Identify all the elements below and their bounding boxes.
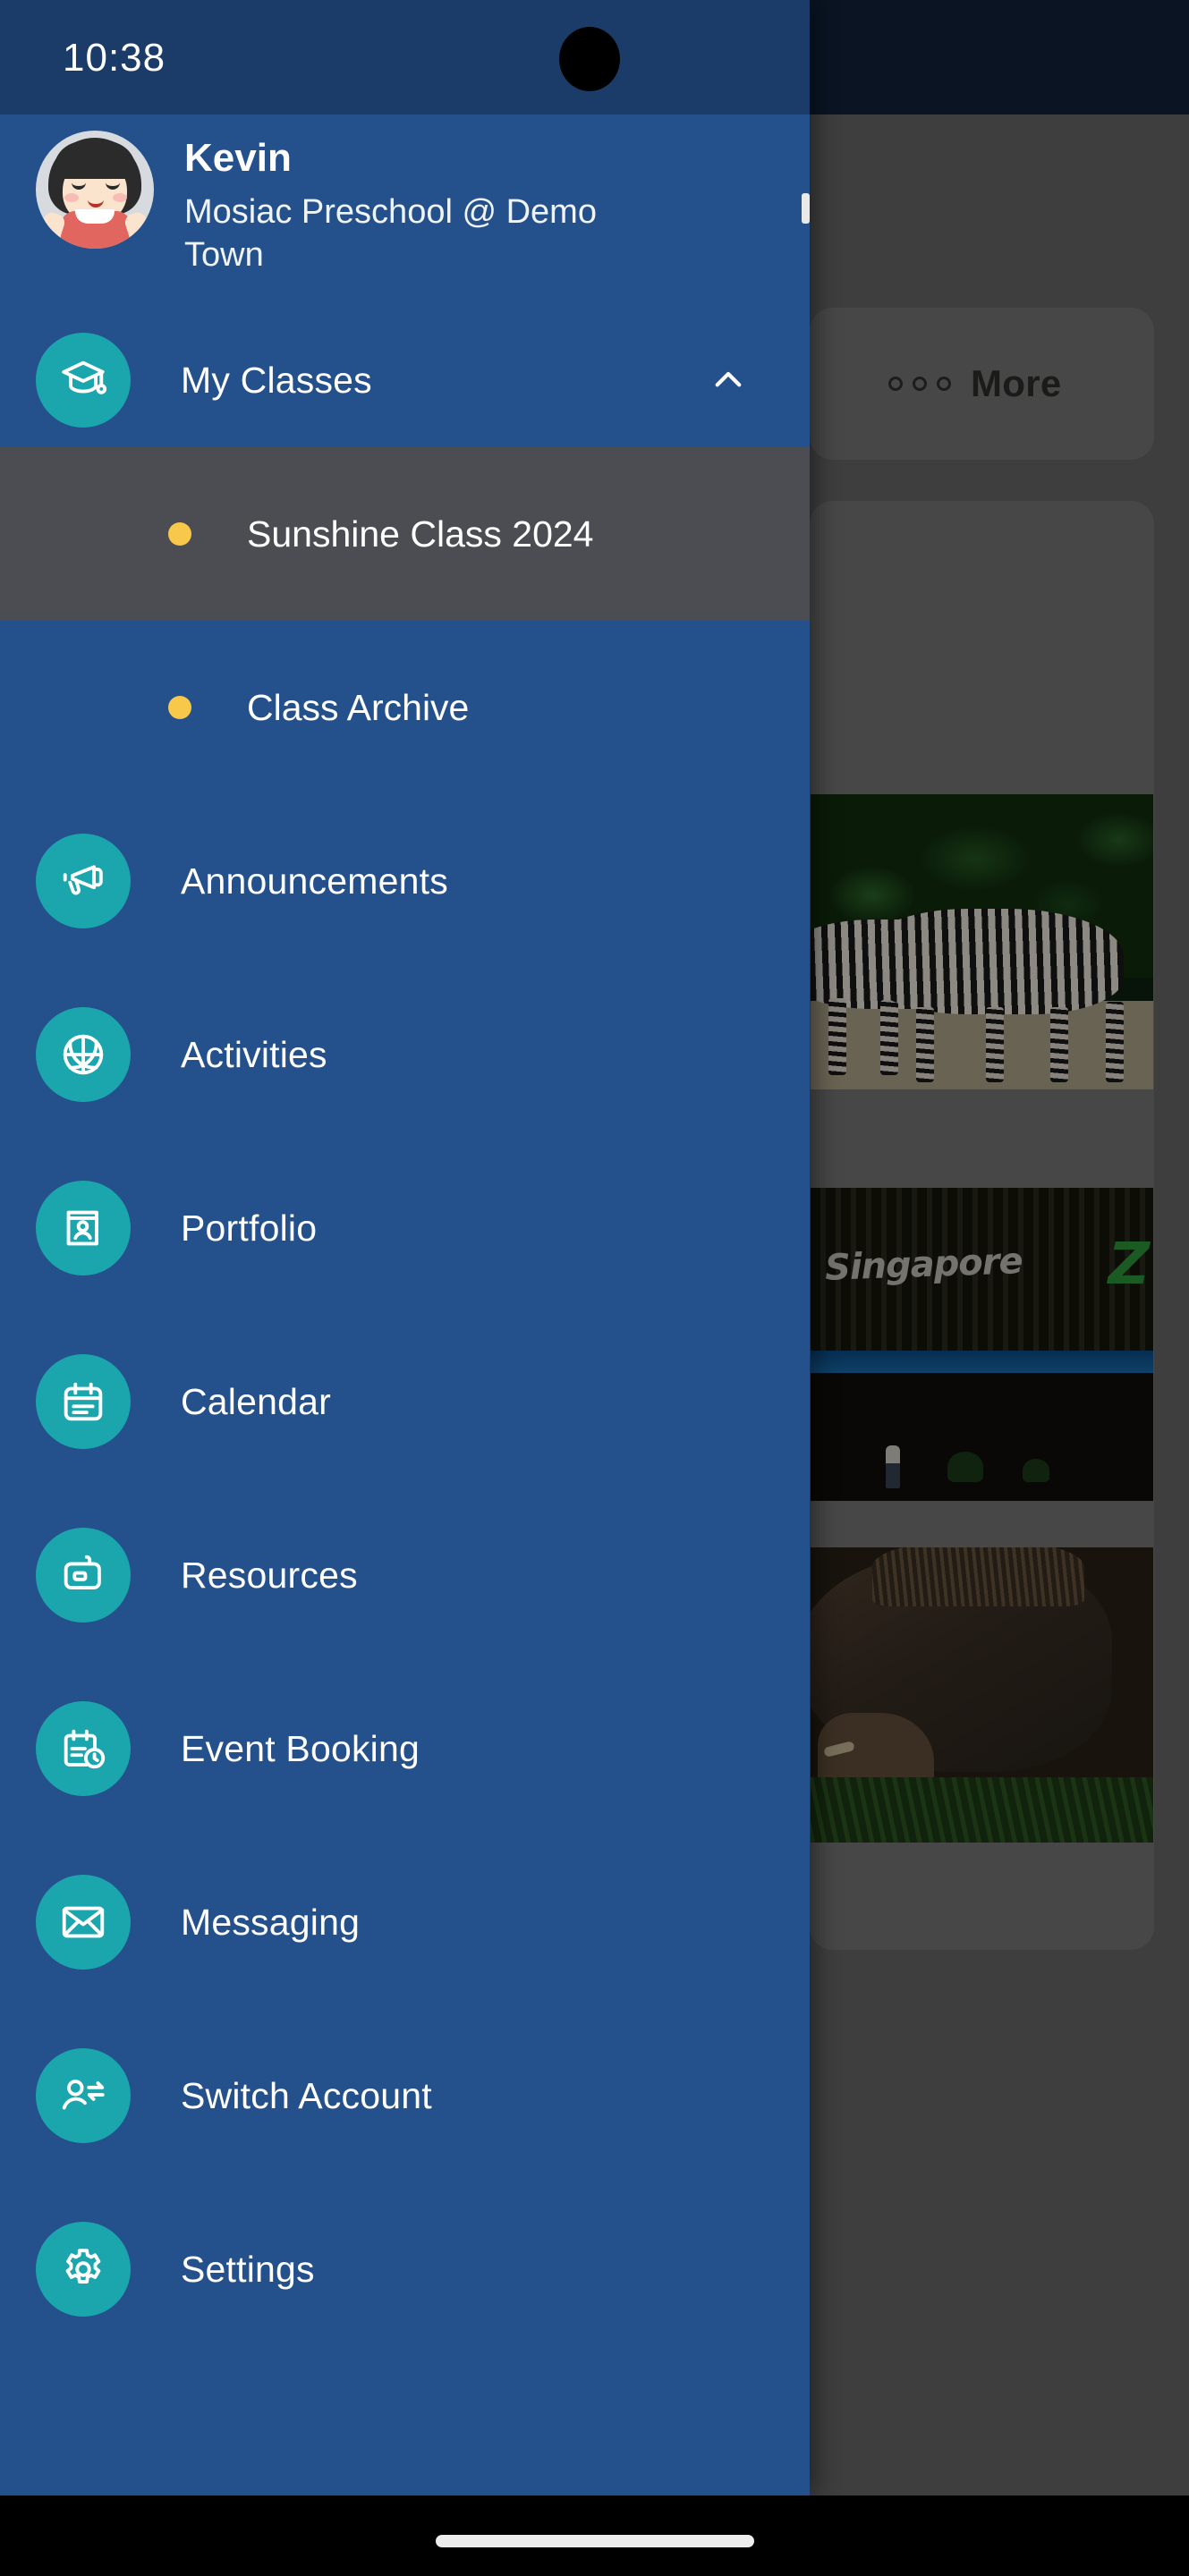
chevron-up-icon[interactable] [709, 361, 747, 399]
portfolio-book-icon [36, 1181, 131, 1275]
class-bullet-icon [168, 522, 191, 546]
sidebar-item-messaging[interactable]: Messaging [0, 1835, 810, 2009]
sidebar-item-activities[interactable]: Activities [0, 968, 810, 1141]
sidebar-item-label: Portfolio [181, 1207, 318, 1249]
status-bar: 10:38 [0, 0, 810, 114]
basketball-icon [36, 1007, 131, 1102]
sidebar-item-settings[interactable]: Settings [0, 2182, 810, 2356]
profile-name: Kevin [184, 136, 292, 180]
navigation-drawer: 10:38 Kevin Mosiac Preschool @ Demo Town… [0, 0, 810, 2496]
phone-screen: More Singapore Z 10:38 Kevin Mosiac Pres… [0, 0, 1189, 2576]
avatar [36, 131, 154, 249]
sidebar-item-label: Switch Account [181, 2074, 432, 2116]
calendar-clock-icon [36, 1701, 131, 1796]
sidebar-item-label: Activities [181, 1033, 327, 1075]
sidebar-item-class-archive[interactable]: Class Archive [0, 621, 810, 794]
sidebar-item-label: Calendar [181, 1380, 331, 1422]
sidebar-item-label: Announcements [181, 860, 448, 902]
sidebar-item-my-classes[interactable]: My Classes [0, 313, 810, 447]
sidebar-item-label: My Classes [181, 359, 372, 401]
system-navigation-bar [0, 2496, 1189, 2576]
sidebar-item-switch-account[interactable]: Switch Account [0, 2009, 810, 2182]
home-gesture-bar[interactable] [435, 2535, 754, 2547]
sidebar-subitem-label: Sunshine Class 2024 [247, 513, 594, 555]
switch-account-icon [36, 2048, 131, 2143]
gear-icon [36, 2222, 131, 2317]
calendar-icon [36, 1354, 131, 1449]
camera-cutout [559, 27, 620, 91]
envelope-icon [36, 1875, 131, 1970]
profile-school: Mosiac Preschool @ Demo Town [184, 192, 597, 275]
sidebar-item-label: Event Booking [181, 1727, 420, 1769]
user-profile-header[interactable]: Kevin Mosiac Preschool @ Demo Town [0, 114, 810, 308]
sidebar-subitem-label: Class Archive [247, 686, 470, 728]
megaphone-icon [36, 834, 131, 928]
drawer-menu: My Classes Sunshine Class 2024 Class Arc… [0, 313, 810, 2356]
sidebar-item-portfolio[interactable]: Portfolio [0, 1141, 810, 1315]
status-bar-clock: 10:38 [63, 36, 166, 80]
sidebar-item-announcements[interactable]: Announcements [0, 794, 810, 968]
sidebar-item-event-booking[interactable]: Event Booking [0, 1662, 810, 1835]
sidebar-item-label: Settings [181, 2248, 315, 2290]
sidebar-item-label: Messaging [181, 1901, 361, 1943]
sidebar-item-calendar[interactable]: Calendar [0, 1315, 810, 1488]
graduation-cap-icon [36, 333, 131, 428]
sidebar-item-sunshine-class-2024[interactable]: Sunshine Class 2024 [0, 447, 810, 621]
sidebar-item-label: Resources [181, 1554, 358, 1596]
class-bullet-icon [168, 696, 191, 719]
sidebar-item-resources[interactable]: Resources [0, 1488, 810, 1662]
resources-folder-icon [36, 1528, 131, 1623]
